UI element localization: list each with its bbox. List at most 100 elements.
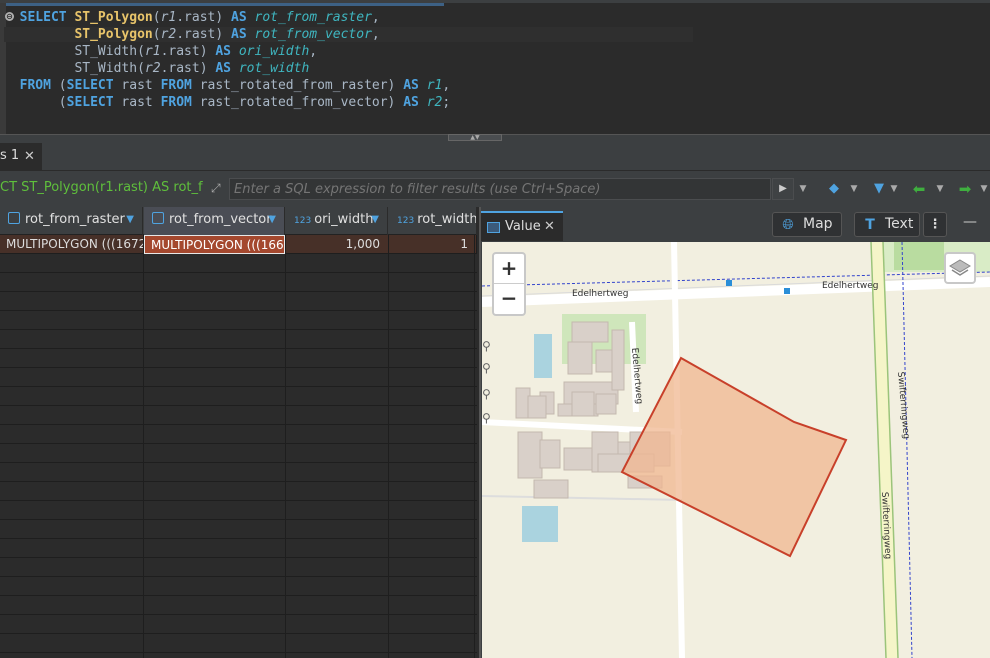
grass-area [894, 242, 944, 270]
filter-input[interactable] [229, 178, 771, 200]
empty-table-row [0, 596, 477, 615]
tab-label: Value [505, 219, 541, 234]
table-cell[interactable]: 1,000 [286, 235, 389, 254]
minimize-icon[interactable]: — [963, 214, 977, 230]
empty-table-row [0, 501, 477, 520]
forward-arrow-icon[interactable]: ➡ [956, 180, 974, 198]
apply-filter-icon[interactable]: ▶ [772, 178, 794, 200]
empty-table-row [0, 615, 477, 634]
marker-point [726, 280, 732, 286]
expand-icon[interactable]: ⤢ [211, 181, 225, 195]
street-label: Swifterringweg [879, 492, 893, 560]
column-menu-icon[interactable]: ▼ [268, 214, 276, 225]
more-options-icon[interactable]: ⋮ [923, 212, 947, 237]
empty-table-row [0, 292, 477, 311]
text-view-button[interactable]: T Text [854, 212, 920, 237]
empty-table-row [0, 254, 477, 273]
table-row[interactable]: MULTIPOLYGON (((1672 MULTIPOLYGON (((166… [0, 235, 477, 254]
map-view[interactable]: ⚲ ⚲ ⚲ ⚲ Edelhertweg Edelhertweg Edelhert… [482, 242, 990, 658]
filter-history-dropdown-icon[interactable]: ▼ [794, 178, 812, 200]
layers-icon-graphic [949, 259, 971, 276]
code-line-4: ST_Width(r2.rast) AS rot_width [74, 61, 310, 76]
table-cell[interactable]: 1 [389, 235, 477, 254]
map-view-button[interactable]: 🌐︎ Map [772, 212, 842, 237]
active-query-text: CT ST_Polygon(r1.rast) AS rot_f [0, 180, 203, 195]
road-edelhertweg [482, 277, 990, 307]
filter-icon[interactable]: ▼ [872, 180, 886, 198]
sql-code[interactable]: SELECT ST_Polygon(r1.rast) AS rot_from_r… [4, 9, 693, 111]
water-area [534, 334, 552, 378]
column-menu-icon[interactable]: ▼ [371, 214, 379, 225]
eraser-icon[interactable]: ◆ [826, 180, 842, 198]
editor-top-highlight [0, 3, 444, 6]
empty-table-row [0, 273, 477, 292]
street-label: Edelhertweg [822, 281, 879, 291]
results-tabstrip: s 1 ✕ [0, 141, 990, 171]
numeric-type-icon: 123 [294, 216, 312, 226]
code-line-3: ST_Width(r1.rast) AS ori_width, [74, 44, 318, 59]
code-line-5: FROM (SELECT rast FROM rast_rotated_from… [19, 78, 451, 93]
results-grid: rot_from_raster ▼ rot_from_vector ▼ 123 o… [0, 207, 477, 658]
wind-turbine-icon: ⚲ [482, 387, 491, 401]
filter-bar: CT ST_Polygon(r1.rast) AS rot_f ⤢ ▶ ▼ ◆ … [0, 171, 990, 207]
geometry-type-icon [152, 212, 164, 224]
wind-turbine-icon: ⚲ [482, 339, 491, 353]
value-panel-icon [487, 222, 500, 233]
tab-results-1[interactable]: s 1 ✕ [0, 143, 42, 171]
water-area [522, 506, 558, 542]
column-header-rot-from-raster[interactable]: rot_from_raster ▼ [0, 207, 143, 235]
geometry-type-icon [8, 212, 20, 224]
tab-label: s 1 [0, 148, 20, 163]
empty-table-row [0, 311, 477, 330]
street-label: Swifterringweg [895, 371, 911, 439]
empty-table-row [0, 368, 477, 387]
street-label: Edelhertweg [572, 289, 629, 299]
close-icon[interactable]: ✕ [544, 219, 555, 234]
empty-table-row [0, 558, 477, 577]
chevron-down-icon[interactable]: ▼ [978, 180, 990, 198]
back-arrow-icon[interactable]: ⬅ [910, 180, 928, 198]
column-header-rot-width[interactable]: 123 rot_width [389, 207, 477, 235]
empty-table-row [0, 539, 477, 558]
boundary-line [901, 242, 913, 658]
geometry-polygon[interactable] [620, 356, 848, 558]
splitter-collapse-handle[interactable]: ▲▼ [448, 134, 502, 141]
globe-icon: 🌐︎ [782, 217, 794, 233]
code-line-1: SELECT ST_Polygon(r1.rast) AS rot_from_r… [19, 10, 380, 25]
empty-table-row [0, 463, 477, 482]
empty-table-row [0, 577, 477, 596]
chevron-down-icon[interactable]: ▼ [934, 180, 946, 198]
column-header-rot-from-vector[interactable]: rot_from_vector ▼ [144, 207, 285, 235]
selected-table-cell[interactable]: MULTIPOLYGON (((1669 [144, 235, 285, 254]
marker-point [784, 288, 790, 294]
numeric-type-icon: 123 [397, 216, 415, 226]
map-canvas[interactable]: ⚲ ⚲ ⚲ ⚲ Edelhertweg Edelhertweg Edelhert… [482, 242, 990, 658]
empty-table-row [0, 349, 477, 368]
wind-turbine-icon: ⚲ [482, 361, 491, 375]
zoom-in-button[interactable]: + [494, 254, 524, 284]
empty-table-row [0, 330, 477, 349]
empty-table-row [0, 482, 477, 501]
table-cell[interactable]: MULTIPOLYGON (((1672 [0, 235, 144, 254]
close-icon[interactable]: ✕ [24, 149, 35, 164]
chevron-down-icon[interactable]: ▼ [848, 180, 860, 198]
sql-editor[interactable]: ⊖ SELECT ST_Polygon(r1.rast) AS rot_from… [0, 0, 990, 140]
empty-table-row [0, 444, 477, 463]
text-icon: T [865, 217, 875, 233]
chevron-down-icon[interactable]: ▼ [888, 180, 900, 198]
column-menu-icon[interactable]: ▼ [126, 214, 134, 225]
zoom-control: + − [492, 252, 526, 316]
zoom-out-button[interactable]: − [494, 284, 524, 314]
layers-icon[interactable] [944, 252, 976, 284]
empty-table-row [0, 520, 477, 539]
grid-header: rot_from_raster ▼ rot_from_vector ▼ 123 o… [0, 207, 477, 235]
path-line [482, 495, 683, 501]
code-line-2: ST_Polygon(r2.rast) AS rot_from_vector, [4, 27, 693, 42]
code-line-6: (SELECT rast FROM rast_rotated_from_vect… [58, 95, 451, 110]
column-header-ori-width[interactable]: 123 ori_width ▼ [286, 207, 388, 235]
empty-table-row [0, 387, 477, 406]
empty-table-row [0, 634, 477, 653]
tab-value[interactable]: Value ✕ [481, 211, 563, 241]
empty-table-row [0, 406, 477, 425]
wind-turbine-icon: ⚲ [482, 411, 491, 425]
